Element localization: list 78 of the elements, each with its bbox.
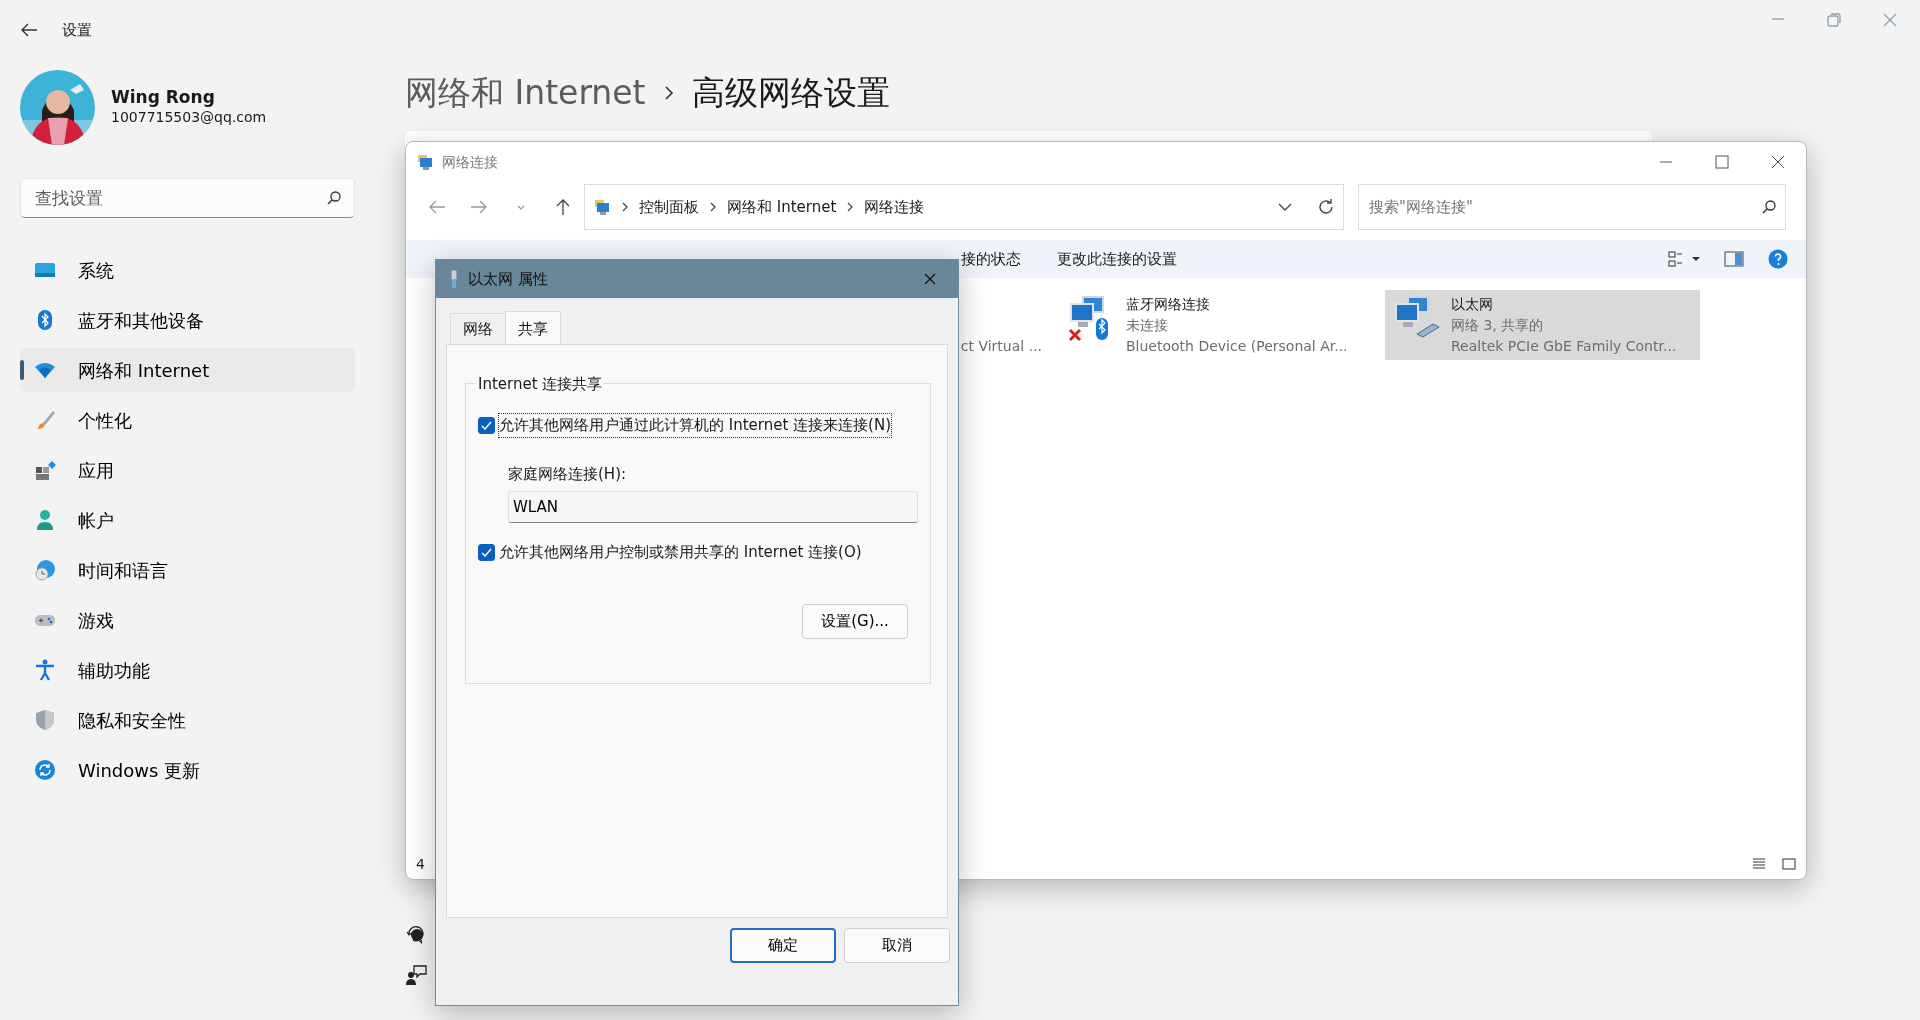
ethernet-plug-icon: [448, 269, 460, 289]
chevron-icon: [709, 201, 717, 213]
back-arrow-icon[interactable]: [20, 22, 38, 38]
sidebar-item[interactable]: 帐户: [20, 498, 355, 542]
field-label: 家庭网络连接(H):: [508, 463, 628, 485]
item-name: 以太网: [1451, 295, 1494, 314]
item-count: 4: [416, 854, 425, 874]
window-title: 设置: [62, 19, 92, 41]
network-folder-icon: [593, 198, 611, 216]
user-name: Wing Rong: [111, 86, 216, 108]
search-input[interactable]: 搜索"网络连接": [1367, 194, 1751, 220]
checkbox[interactable]: [478, 416, 495, 434]
view-options-icon[interactable]: [1668, 250, 1700, 268]
sidebar-item[interactable]: 个性化: [20, 398, 355, 442]
item-status: 网络 3, 共享的: [1451, 316, 1545, 335]
tiles-view-icon[interactable]: [1782, 857, 1796, 871]
restore-icon[interactable]: [1824, 10, 1844, 30]
settings-button[interactable]: 设置(G)...: [802, 603, 908, 639]
item-description: Bluetooth Device (Personal Ar...: [1126, 337, 1348, 356]
person-icon: [34, 509, 56, 531]
checkmark-icon: [481, 546, 492, 558]
preview-pane-icon[interactable]: [1724, 251, 1744, 267]
sidebar-item[interactable]: 辅助功能: [20, 648, 355, 692]
chevron-icon: [621, 201, 629, 213]
breadcrumb-link[interactable]: 网络和 Internet: [727, 195, 837, 219]
sidebar-item[interactable]: 时间和语言: [20, 548, 355, 592]
checkbox-label[interactable]: 允许其他网络用户控制或禁用共享的 Internet 连接(O): [499, 541, 862, 564]
sidebar-item[interactable]: 应用: [20, 448, 355, 492]
details-view-icon[interactable]: [1752, 857, 1766, 871]
search-box[interactable]: 搜索"网络连接": [1358, 184, 1786, 230]
breadcrumb-link[interactable]: 网络连接: [864, 195, 925, 219]
search-icon: [326, 190, 342, 206]
update-icon: [34, 759, 56, 781]
sidebar-item[interactable]: 蓝牙和其他设备: [20, 298, 355, 342]
search-icon: [1761, 199, 1777, 215]
help-icon[interactable]: [405, 924, 427, 946]
tab[interactable]: 共享: [505, 310, 561, 344]
address-bar[interactable]: 控制面板 网络和 Internet 网络连接: [584, 184, 1344, 230]
dialog-title: 以太网 属性: [468, 268, 548, 290]
sidebar-item[interactable]: 隐私和安全性: [20, 698, 355, 742]
item-name: 蓝牙网络连接: [1126, 295, 1211, 314]
connection-item[interactable]: 蓝牙网络连接 未连接 Bluetooth Device (Personal Ar...: [1060, 290, 1375, 360]
apps-icon: [34, 459, 56, 481]
chevron-icon: [663, 86, 674, 100]
item-status: 未连接: [1126, 316, 1169, 335]
feedback-icon[interactable]: [405, 964, 427, 986]
checkmark-icon: [481, 419, 492, 431]
search-input[interactable]: 查找设置: [33, 180, 326, 216]
sidebar-item[interactable]: 网络和 Internet: [20, 348, 355, 392]
cancel-button[interactable]: 取消: [844, 928, 950, 963]
input-field[interactable]: WLAN: [508, 491, 918, 523]
search-box[interactable]: 查找设置: [20, 178, 355, 218]
sidebar-item[interactable]: Windows 更新: [20, 748, 355, 792]
shield-icon: [34, 709, 56, 731]
tab[interactable]: 网络: [450, 312, 506, 344]
maximize-icon[interactable]: [1712, 152, 1732, 172]
connection-item[interactable]: 以太网 网络 3, 共享的 Realtek PCIe GbE Family Contr...: [1385, 290, 1700, 360]
breadcrumb-link[interactable]: 控制面板: [639, 195, 699, 219]
sidebar-item[interactable]: 游戏: [20, 598, 355, 642]
globe-clock-icon: [34, 559, 56, 581]
toolbar-button[interactable]: 更改此连接的设置: [1057, 247, 1177, 271]
user-email: 1007715503@qq.com: [111, 108, 267, 128]
item-description: ct Virtual ...: [960, 338, 1042, 354]
ok-button[interactable]: 确定: [730, 928, 836, 963]
breadcrumb-link[interactable]: 网络和 Internet: [405, 68, 646, 118]
refresh-icon[interactable]: [1317, 198, 1335, 216]
forward-arrow-icon[interactable]: [470, 198, 488, 216]
checkbox-label[interactable]: 允许其他网络用户通过此计算机的 Internet 连接来连接(N): [499, 414, 892, 437]
network-folder-icon: [416, 153, 434, 171]
accessibility-icon: [34, 659, 56, 681]
window-title: 网络连接: [442, 152, 498, 172]
checkbox[interactable]: [478, 543, 495, 561]
item-description: Realtek PCIe GbE Family Contr...: [1451, 337, 1677, 356]
page-title: 高级网络设置: [691, 72, 890, 115]
chevron-icon: [846, 201, 855, 213]
sidebar-item[interactable]: 系统: [20, 248, 355, 292]
toolbar-item[interactable]: 接的状态: [961, 247, 1021, 271]
up-arrow-icon[interactable]: [554, 198, 572, 216]
